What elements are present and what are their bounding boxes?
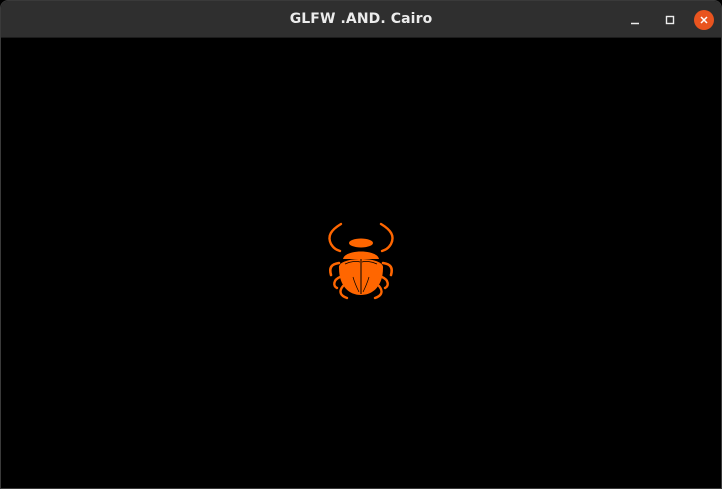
- window-titlebar[interactable]: GLFW .AND. Cairo: [1, 1, 721, 38]
- maximize-button[interactable]: [660, 10, 680, 30]
- close-icon: [700, 16, 708, 24]
- scarab-beetle-icon: [328, 222, 394, 300]
- app-window: GLFW .AND. Cairo: [0, 0, 722, 489]
- minimize-button[interactable]: [625, 10, 645, 30]
- drawing-canvas[interactable]: [1, 38, 721, 488]
- maximize-icon: [665, 15, 675, 25]
- close-button[interactable]: [694, 10, 714, 30]
- window-title: GLFW .AND. Cairo: [289, 11, 433, 27]
- minimize-icon: [631, 22, 639, 25]
